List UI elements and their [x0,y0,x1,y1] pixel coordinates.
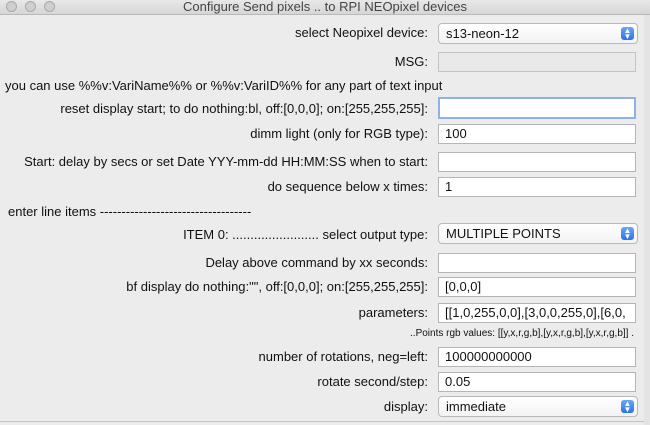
msg-field [438,52,636,72]
output-type-select[interactable]: MULTIPLE POINTS ▲ ▼ [438,223,638,244]
rotate-step-label: rotate second/step: [317,374,428,389]
display-select[interactable]: immediate ▲ ▼ [438,396,638,417]
start-delay-label: Start: delay by secs or set Date YYY-mm-… [24,154,428,169]
rotate-step-input[interactable]: 0.05 [438,372,636,392]
parameters-input[interactable]: [[1,0,255,0,0],[3,0,0,255,0],[6,0, [438,303,636,323]
rotations-label: number of rotations, neg=left: [258,349,428,364]
config-form: select Neopixel device: s13-neon-12 ▲ ▼ M… [0,15,645,425]
display-label: display: [383,399,428,414]
device-select-value: s13-neon-12 [446,26,519,41]
parameters-label: parameters: [358,305,428,320]
updown-chevron-icon: ▲ ▼ [621,227,634,241]
item-output-type-label: ITEM 0: ........................ select … [183,227,428,242]
scrollbar-track[interactable] [644,15,650,425]
dimm-light-label: dimm light (only for RGB type): [250,126,428,141]
reset-display-input[interactable] [438,97,636,119]
line-items-separator: enter line items -----------------------… [8,204,252,219]
updown-chevron-icon: ▲ ▼ [621,400,634,414]
start-delay-input[interactable] [438,152,636,172]
display-select-value: immediate [446,399,506,414]
output-type-value: MULTIPLE POINTS [446,226,561,241]
delay-command-label: Delay above command by xx seconds: [205,255,428,270]
device-select[interactable]: s13-neon-12 ▲ ▼ [438,23,638,44]
device-label: select Neopixel device: [295,25,428,40]
bottom-divider [0,421,644,422]
dimm-light-input[interactable]: 100 [438,124,636,144]
sequence-times-input[interactable]: 1 [438,177,636,197]
bf-display-label: bf display do nothing:"", off:[0,0,0]; o… [126,279,428,294]
delay-command-input[interactable] [438,253,636,273]
window-title: Configure Send pixels .. to RPI NEOpixel… [183,0,467,14]
variable-hint: you can use %%v:VariName%% or %%v:VariID… [5,78,443,93]
msg-label: MSG: [394,54,428,69]
points-rgb-hint: ..Points rgb values: [[y,x,r,g,b],[y,x,r… [410,328,634,339]
reset-display-label: reset display start; to do nothing:bl, o… [60,101,428,116]
rotations-input[interactable]: 100000000000 [438,347,636,367]
sequence-times-label: do sequence below x times: [267,179,428,194]
title-bar: Configure Send pixels .. to RPI NEOpixel… [0,0,650,15]
bf-display-input[interactable]: [0,0,0] [438,277,636,297]
updown-chevron-icon: ▲ ▼ [621,27,634,41]
